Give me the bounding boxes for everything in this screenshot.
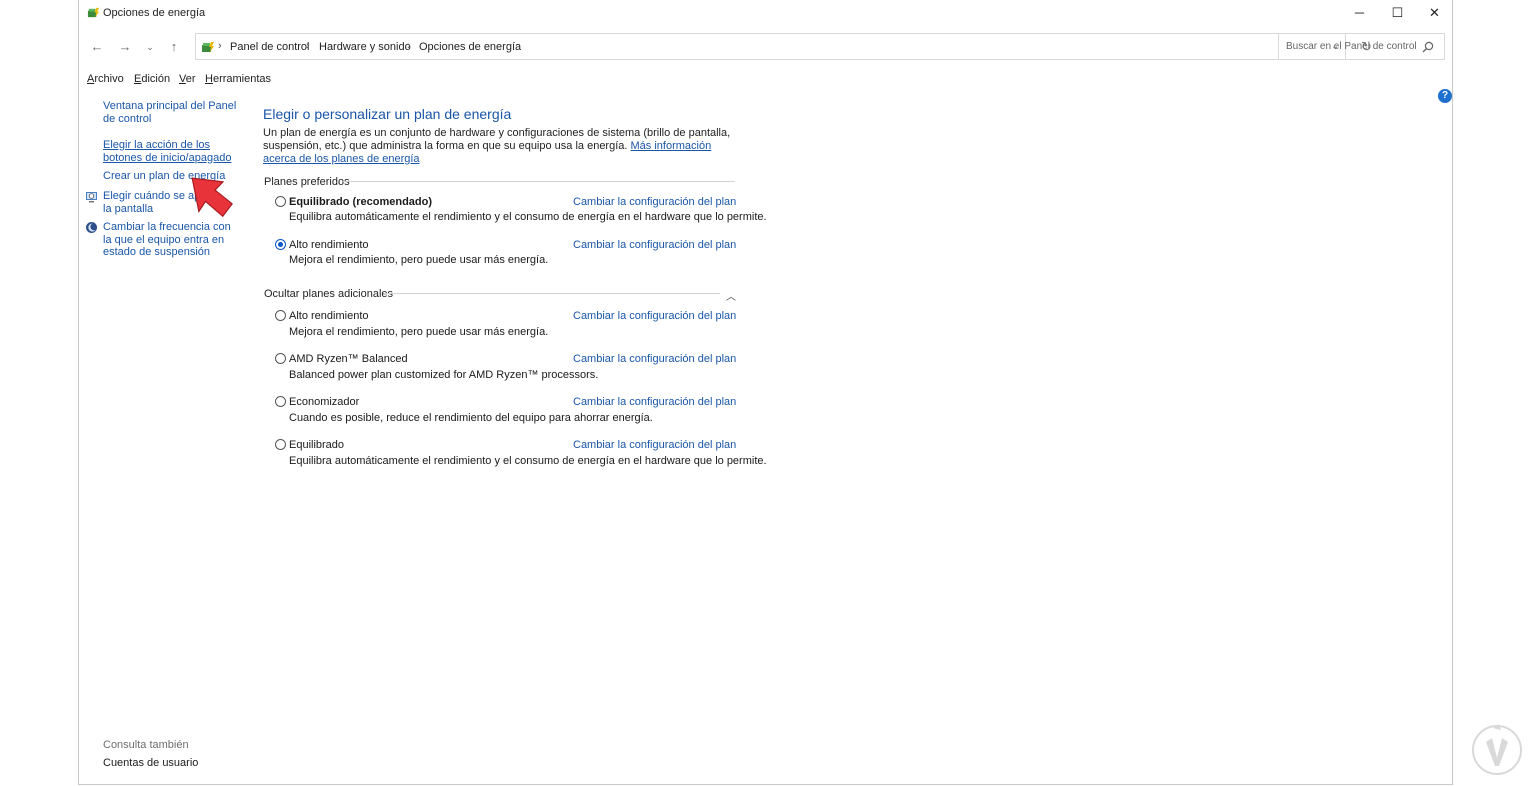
plan-radio-economizador[interactable] xyxy=(275,396,286,407)
change-plan-settings-link[interactable]: Cambiar la configuración del plan xyxy=(573,310,736,322)
plan-description: Balanced power plan customized for AMD R… xyxy=(289,369,599,381)
plan-description: Equilibra automáticamente el rendimiento… xyxy=(289,455,767,467)
hide-additional-plans-toggle[interactable]: Ocultar planes adicionales xyxy=(264,288,393,300)
menu-ver[interactable]: Ver xyxy=(179,73,196,85)
sidebar-item-power-buttons[interactable]: Elegir la acción de los botones de inici… xyxy=(103,139,243,164)
plan-radio-alto-rendimiento-selected[interactable] xyxy=(275,239,286,250)
intro-text: Un plan de energía es un conjunto de har… xyxy=(263,127,731,165)
navigation-bar: ← → ⌄ ↑ › Panel de control › Hardware y … xyxy=(79,33,1452,63)
close-button[interactable]: ✕ xyxy=(1416,0,1453,26)
address-field[interactable]: › Panel de control › Hardware y sonido ›… xyxy=(195,33,1372,60)
recent-locations-chevron-icon[interactable]: ⌄ xyxy=(141,39,159,55)
menu-edicion[interactable]: Edición xyxy=(134,73,170,85)
menu-archivo[interactable]: Archivo xyxy=(87,73,124,85)
breadcrumb-separator: › xyxy=(218,40,222,52)
plan-radio-alto-rendimiento[interactable] xyxy=(275,310,286,321)
preferred-plans-heading: Planes preferidos xyxy=(264,176,350,188)
plan-description: Cuando es posible, reduce el rendimiento… xyxy=(289,412,653,424)
plan-name[interactable]: Alto rendimiento xyxy=(289,239,369,251)
up-arrow-icon[interactable]: ↑ xyxy=(165,39,183,55)
sidebar-item-sleep[interactable]: Cambiar la frecuencia con la que el equi… xyxy=(103,221,238,259)
breadcrumb-separator: › xyxy=(407,40,411,52)
plan-radio-equilibrado-recomendado[interactable] xyxy=(275,196,286,207)
back-arrow-icon[interactable]: ← xyxy=(88,39,106,55)
plan-name[interactable]: Equilibrado xyxy=(289,439,344,451)
change-plan-settings-link[interactable]: Cambiar la configuración del plan xyxy=(573,239,736,251)
breadcrumb-hardware-y-sonido[interactable]: Hardware y sonido xyxy=(319,41,411,53)
search-box[interactable]: Buscar en el Panel de control xyxy=(1278,33,1445,60)
menu-herramientas[interactable]: Herramientas xyxy=(205,73,271,85)
change-plan-settings-link[interactable]: Cambiar la configuración del plan xyxy=(573,196,736,208)
divider xyxy=(384,293,720,294)
plan-radio-equilibrado[interactable] xyxy=(275,439,286,450)
divider xyxy=(343,181,735,182)
chevron-up-icon[interactable]: ︿ xyxy=(726,288,736,303)
breadcrumb-separator: › xyxy=(306,40,310,52)
window-title: Opciones de energía xyxy=(103,7,206,19)
search-icon[interactable] xyxy=(1421,40,1435,54)
change-plan-settings-link[interactable]: Cambiar la configuración del plan xyxy=(573,353,736,365)
power-options-icon xyxy=(87,7,100,18)
sidebar-home-link[interactable]: Ventana principal del Panel de control xyxy=(103,100,243,125)
sidebar-user-accounts-link[interactable]: Cuentas de usuario xyxy=(103,757,198,770)
plan-description: Mejora el rendimiento, pero puede usar m… xyxy=(289,254,549,266)
plan-name[interactable]: Economizador xyxy=(289,396,359,408)
change-plan-settings-link[interactable]: Cambiar la configuración del plan xyxy=(573,396,736,408)
plan-name[interactable]: AMD Ryzen™ Balanced xyxy=(289,353,408,365)
plan-radio-amd-ryzen-balanced[interactable] xyxy=(275,353,286,364)
plan-name[interactable]: Equilibrado (recomendado) xyxy=(289,196,432,208)
search-input[interactable]: Buscar en el Panel de control xyxy=(1286,41,1417,52)
maximize-button[interactable]: ☐ xyxy=(1379,0,1416,26)
breadcrumb-opciones-de-energia[interactable]: Opciones de energía xyxy=(419,41,521,53)
power-options-window: Opciones de energía ─ ☐ ✕ ← → ⌄ ↑ › Pane… xyxy=(78,0,1522,785)
control-panel-icon xyxy=(202,42,214,52)
change-plan-settings-link[interactable]: Cambiar la configuración del plan xyxy=(573,439,736,451)
watermark-logo xyxy=(1472,724,1522,775)
page-title: Elegir o personalizar un plan de energía xyxy=(263,106,512,122)
breadcrumb-panel-de-control[interactable]: Panel de control xyxy=(230,41,310,53)
help-icon[interactable]: ? xyxy=(1438,89,1452,103)
forward-arrow-icon[interactable]: → xyxy=(116,39,134,55)
plan-name[interactable]: Alto rendimiento xyxy=(289,310,369,322)
sleep-moon-icon xyxy=(86,222,97,233)
minimize-button[interactable]: ─ xyxy=(1341,0,1378,26)
see-also-heading: Consulta también xyxy=(103,739,189,751)
title-bar: Opciones de energía ─ ☐ ✕ xyxy=(79,0,1452,26)
display-clock-icon xyxy=(86,192,97,203)
plan-description: Mejora el rendimiento, pero puede usar m… xyxy=(289,326,549,338)
annotation-arrow-icon xyxy=(191,177,233,218)
plan-description: Equilibra automáticamente el rendimiento… xyxy=(289,211,767,223)
